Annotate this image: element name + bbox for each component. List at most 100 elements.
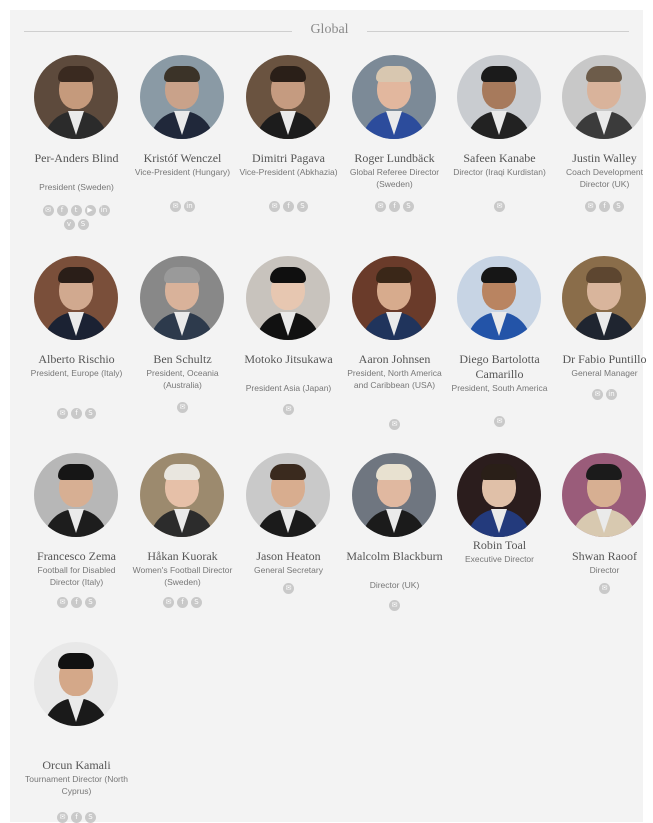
social-links: ✉ f S <box>236 201 341 212</box>
member-role: Vice-President (Abkhazia) <box>239 167 338 177</box>
avatar <box>34 453 118 537</box>
linkedin-icon[interactable]: in <box>606 389 617 400</box>
avatar <box>562 453 646 537</box>
member-role: General Secretary <box>254 565 323 575</box>
avatar <box>352 453 436 537</box>
linkedin-icon[interactable]: in <box>184 201 195 212</box>
member-name: Malcolm Blackburn <box>346 549 443 563</box>
email-icon[interactable]: ✉ <box>585 201 596 212</box>
social-links: ✉ f S <box>342 201 447 212</box>
avatar <box>457 55 541 139</box>
email-icon[interactable]: ✉ <box>163 597 174 608</box>
member-role: Director <box>589 565 620 575</box>
member-role: President (Sweden) <box>39 182 114 192</box>
social-links: ✉ f S <box>24 408 129 419</box>
member-name: Safeen Kanabe <box>463 151 536 165</box>
social-links: ✉ f S <box>24 812 129 823</box>
member-role: Football for Disabled Director (Italy) <box>37 565 116 587</box>
email-icon[interactable]: ✉ <box>269 201 280 212</box>
avatar <box>457 256 541 340</box>
social-links: ✉ <box>342 419 447 430</box>
avatar <box>34 642 118 726</box>
member-role: Tournament Director (North Cyprus) <box>25 774 128 796</box>
member-name: Orcun Kamali <box>42 758 111 772</box>
social-links: ✉ f S <box>130 597 235 608</box>
member-name: Robin Toal <box>472 538 527 552</box>
avatar <box>562 256 646 340</box>
email-icon[interactable]: ✉ <box>57 408 68 419</box>
email-icon[interactable]: ✉ <box>170 201 181 212</box>
member-name: Shwan Raoof <box>572 549 637 563</box>
avatar <box>246 256 330 340</box>
avatar <box>34 256 118 340</box>
social-links: ✉ <box>342 600 447 611</box>
skype-icon[interactable]: S <box>297 201 308 212</box>
skype-icon[interactable]: S <box>85 812 96 823</box>
member-role: President Asia (Japan) <box>245 383 332 393</box>
member-role: Director (Iraqi Kurdistan) <box>453 167 546 177</box>
member-role: President, North America and Caribbean (… <box>347 368 442 390</box>
member-name: Diego Bartolotta Camarillo <box>459 352 540 381</box>
member-role: Director (UK) <box>369 580 420 590</box>
email-icon[interactable]: ✉ <box>375 201 386 212</box>
avatar <box>352 55 436 139</box>
skype-icon[interactable]: S <box>403 201 414 212</box>
social-links: ✉ <box>236 583 341 594</box>
linkedin-icon[interactable]: in <box>98 205 110 216</box>
avatar <box>246 453 330 537</box>
skype-icon[interactable]: S <box>191 597 202 608</box>
facebook-icon[interactable]: f <box>389 201 400 212</box>
email-icon[interactable]: ✉ <box>57 812 68 823</box>
email-icon[interactable]: ✉ <box>57 597 68 608</box>
skype-icon[interactable]: S <box>613 201 624 212</box>
email-icon[interactable]: ✉ <box>42 205 54 216</box>
twitter-icon[interactable]: t <box>70 205 82 216</box>
member-role: Vice-President (Hungary) <box>134 167 231 177</box>
member-name: Kristóf Wenczel <box>143 151 222 165</box>
facebook-icon[interactable]: f <box>71 408 82 419</box>
facebook-icon[interactable]: f <box>56 205 68 216</box>
email-icon[interactable]: ✉ <box>599 583 610 594</box>
social-links: ✉ f S <box>552 201 653 212</box>
email-icon[interactable]: ✉ <box>283 404 294 415</box>
member-role: President, Oceania (Australia) <box>146 368 219 390</box>
member-role: President, Europe (Italy) <box>30 368 123 378</box>
avatar <box>352 256 436 340</box>
social-links: ✉ f t ▶ in v S <box>39 205 113 230</box>
member-name: Aaron Johnsen <box>358 352 431 366</box>
social-links: ✉ <box>130 402 235 413</box>
email-icon[interactable]: ✉ <box>592 389 603 400</box>
email-icon[interactable]: ✉ <box>494 201 505 212</box>
facebook-icon[interactable]: f <box>71 812 82 823</box>
facebook-icon[interactable]: f <box>177 597 188 608</box>
social-links: ✉ <box>447 416 552 427</box>
divider <box>367 31 629 32</box>
social-links: ✉ <box>236 404 341 415</box>
member-role: General Manager <box>571 368 638 378</box>
member-role: Global Referee Director (Sweden) <box>349 167 440 189</box>
email-icon[interactable]: ✉ <box>494 416 505 427</box>
skype-icon[interactable]: S <box>85 597 96 608</box>
section-header: Global <box>24 22 629 42</box>
facebook-icon[interactable]: f <box>599 201 610 212</box>
member-role: President, South America <box>451 383 548 393</box>
email-icon[interactable]: ✉ <box>389 600 400 611</box>
avatar <box>562 55 646 139</box>
member-name: Roger Lundbäck <box>354 151 435 165</box>
email-icon[interactable]: ✉ <box>283 583 294 594</box>
vimeo-icon[interactable]: v <box>63 219 75 230</box>
social-links: ✉ <box>552 583 653 594</box>
email-icon[interactable]: ✉ <box>177 402 188 413</box>
youtube-icon[interactable]: ▶ <box>84 205 96 216</box>
section-title: Global <box>310 22 349 37</box>
member-name: Dimitri Pagava <box>252 151 325 165</box>
email-icon[interactable]: ✉ <box>389 419 400 430</box>
avatar <box>457 453 541 537</box>
member-name: Alberto Rischio <box>38 352 115 366</box>
member-role: Executive Director <box>465 554 534 564</box>
skype-icon[interactable]: S <box>85 408 96 419</box>
avatar <box>140 55 224 139</box>
skype-icon[interactable]: S <box>77 219 89 230</box>
facebook-icon[interactable]: f <box>71 597 82 608</box>
facebook-icon[interactable]: f <box>283 201 294 212</box>
